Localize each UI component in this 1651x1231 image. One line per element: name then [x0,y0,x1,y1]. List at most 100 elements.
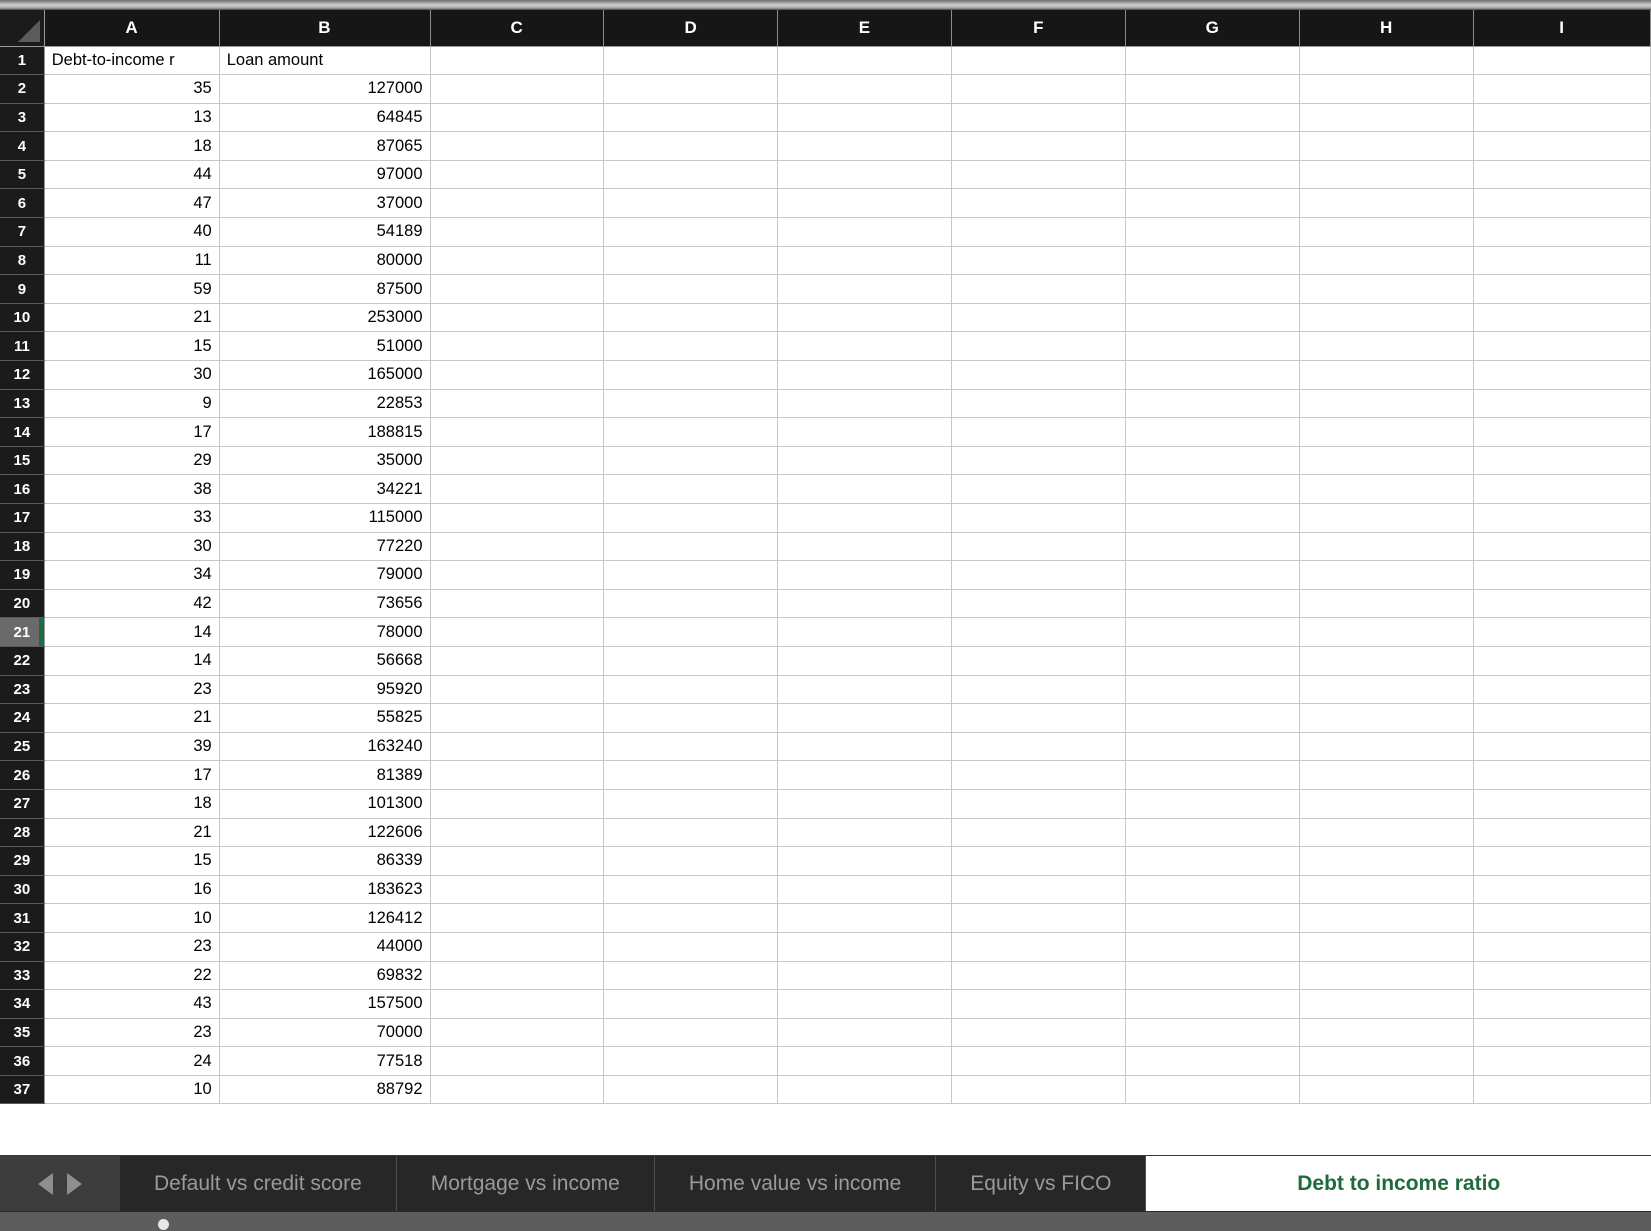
cell-E15[interactable] [778,446,952,475]
next-sheet-arrow-icon[interactable] [67,1173,82,1195]
cell-B32[interactable]: 44000 [219,932,430,961]
cell-F20[interactable] [952,589,1126,618]
cell-C19[interactable] [430,561,604,590]
cell-C9[interactable] [430,275,604,304]
cell-I16[interactable] [1473,475,1650,504]
cell-F31[interactable] [952,904,1126,933]
cell-B34[interactable]: 157500 [219,990,430,1019]
cell-E33[interactable] [778,961,952,990]
cell-G6[interactable] [1126,189,1300,218]
cell-I5[interactable] [1473,160,1650,189]
table-row[interactable]: 2821122606 [0,818,1651,847]
cell-A17[interactable]: 33 [44,504,219,533]
cell-I2[interactable] [1473,75,1650,104]
cell-A19[interactable]: 34 [44,561,219,590]
cell-I22[interactable] [1473,646,1650,675]
row-header-29[interactable]: 29 [0,847,44,876]
cell-A30[interactable]: 16 [44,875,219,904]
table-row[interactable]: 332269832 [0,961,1651,990]
cell-D20[interactable] [604,589,778,618]
cell-A31[interactable]: 10 [44,904,219,933]
column-header-a[interactable]: A [44,10,219,46]
cell-E2[interactable] [778,75,952,104]
cell-A2[interactable]: 35 [44,75,219,104]
row-header-17[interactable]: 17 [0,504,44,533]
cell-C17[interactable] [430,504,604,533]
cell-H23[interactable] [1299,675,1473,704]
cell-E10[interactable] [778,303,952,332]
cell-A11[interactable]: 15 [44,332,219,361]
cell-I3[interactable] [1473,103,1650,132]
cell-G20[interactable] [1126,589,1300,618]
table-row[interactable]: 232395920 [0,675,1651,704]
cell-C12[interactable] [430,361,604,390]
cell-G13[interactable] [1126,389,1300,418]
cell-I27[interactable] [1473,789,1650,818]
table-row[interactable]: 291586339 [0,847,1651,876]
cell-B24[interactable]: 55825 [219,704,430,733]
cell-H5[interactable] [1299,160,1473,189]
cell-D15[interactable] [604,446,778,475]
cell-D33[interactable] [604,961,778,990]
cell-B14[interactable]: 188815 [219,418,430,447]
table-row[interactable]: 221456668 [0,646,1651,675]
cell-G15[interactable] [1126,446,1300,475]
cell-C30[interactable] [430,875,604,904]
cell-B21[interactable]: 78000 [219,618,430,647]
cell-D1[interactable] [604,46,778,75]
cell-D4[interactable] [604,132,778,161]
cell-C36[interactable] [430,1047,604,1076]
row-header-27[interactable]: 27 [0,789,44,818]
row-header-33[interactable]: 33 [0,961,44,990]
cell-F37[interactable] [952,1075,1126,1104]
cell-A21[interactable]: 14 [44,618,219,647]
cell-H33[interactable] [1299,961,1473,990]
cell-B7[interactable]: 54189 [219,218,430,247]
cell-F16[interactable] [952,475,1126,504]
cell-E22[interactable] [778,646,952,675]
column-header-g[interactable]: G [1126,10,1300,46]
cell-H19[interactable] [1299,561,1473,590]
table-row[interactable]: 54497000 [0,160,1651,189]
cell-I28[interactable] [1473,818,1650,847]
cell-G10[interactable] [1126,303,1300,332]
cell-F25[interactable] [952,732,1126,761]
cell-A16[interactable]: 38 [44,475,219,504]
cell-D23[interactable] [604,675,778,704]
cell-F22[interactable] [952,646,1126,675]
cell-D34[interactable] [604,990,778,1019]
cell-D7[interactable] [604,218,778,247]
cell-F11[interactable] [952,332,1126,361]
cell-H31[interactable] [1299,904,1473,933]
row-header-37[interactable]: 37 [0,1075,44,1104]
cell-A33[interactable]: 22 [44,961,219,990]
table-row[interactable]: 64737000 [0,189,1651,218]
cell-F24[interactable] [952,704,1126,733]
cell-A6[interactable]: 47 [44,189,219,218]
table-row[interactable]: 13922853 [0,389,1651,418]
cell-E8[interactable] [778,246,952,275]
cell-G31[interactable] [1126,904,1300,933]
cell-E29[interactable] [778,847,952,876]
cell-C16[interactable] [430,475,604,504]
cell-H17[interactable] [1299,504,1473,533]
cell-E21[interactable] [778,618,952,647]
cell-I36[interactable] [1473,1047,1650,1076]
cell-E13[interactable] [778,389,952,418]
cell-D9[interactable] [604,275,778,304]
cell-G12[interactable] [1126,361,1300,390]
cell-F26[interactable] [952,761,1126,790]
cell-H14[interactable] [1299,418,1473,447]
cell-F23[interactable] [952,675,1126,704]
cell-B5[interactable]: 97000 [219,160,430,189]
cell-A14[interactable]: 17 [44,418,219,447]
cell-G3[interactable] [1126,103,1300,132]
cell-F14[interactable] [952,418,1126,447]
table-row[interactable]: 261781389 [0,761,1651,790]
cell-C25[interactable] [430,732,604,761]
cell-C6[interactable] [430,189,604,218]
table-row[interactable]: 1Debt-to-income rLoan amount [0,46,1651,75]
table-row[interactable]: 41887065 [0,132,1651,161]
cell-C18[interactable] [430,532,604,561]
cell-C33[interactable] [430,961,604,990]
